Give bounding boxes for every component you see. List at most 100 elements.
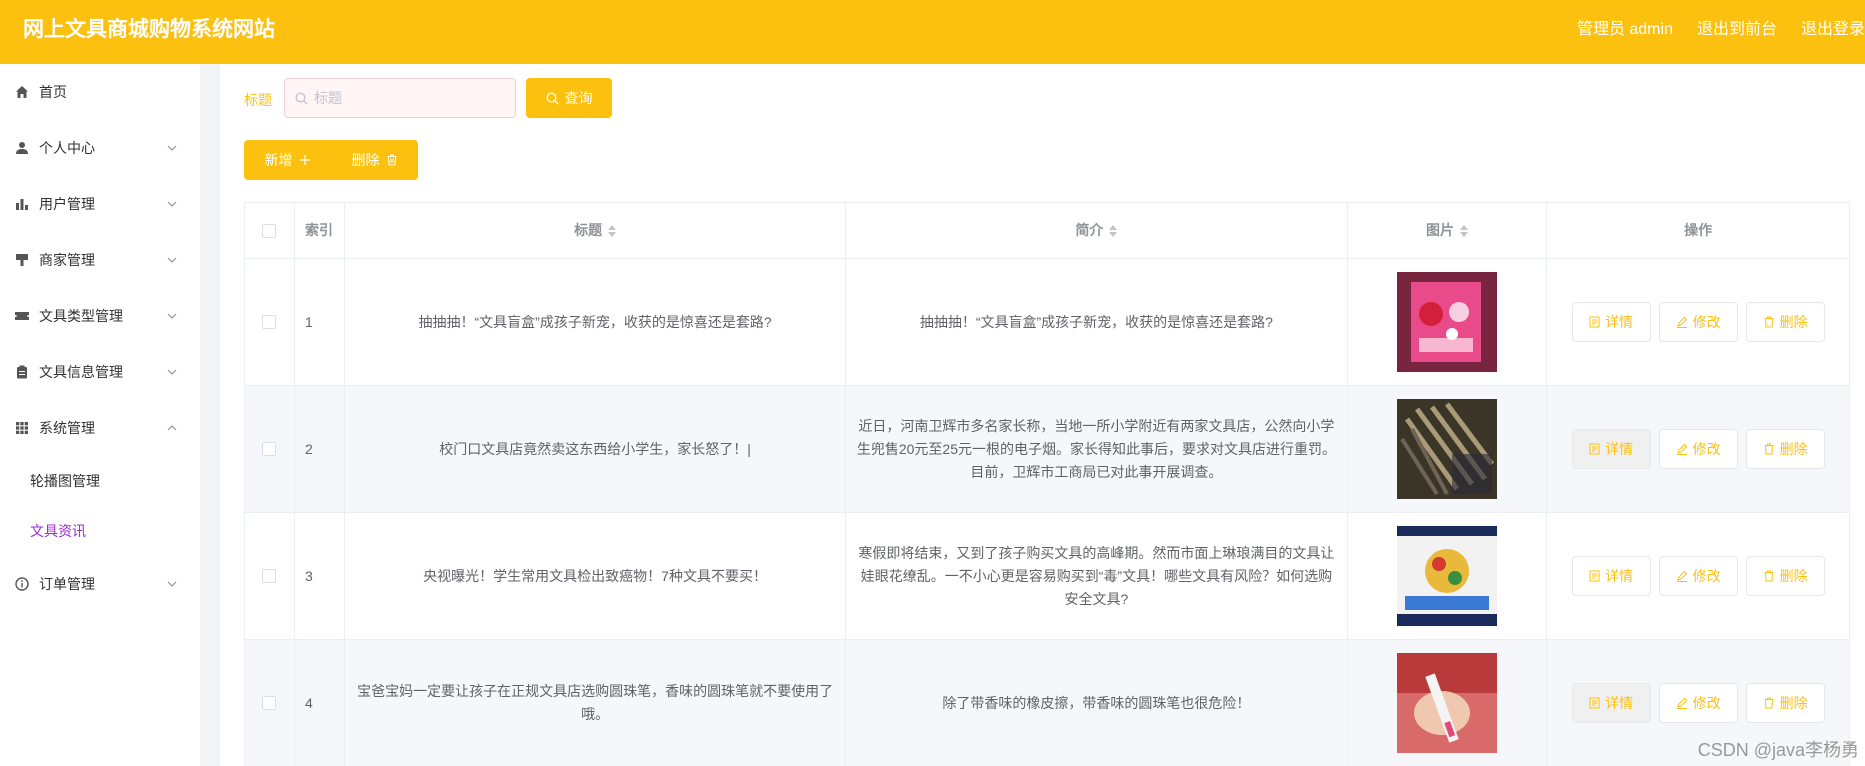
logout-link[interactable]: 退出登录 (1801, 15, 1865, 39)
row-checkbox[interactable] (262, 569, 277, 583)
detail-button[interactable]: 详情 (1571, 302, 1651, 342)
detail-button[interactable]: 详情 (1571, 429, 1651, 469)
edit-button[interactable]: 修改 (1658, 302, 1738, 342)
query-button-label: 查询 (564, 90, 593, 106)
batch-delete-button[interactable]: 删除 (331, 140, 418, 180)
header-picture-label: 图片 (1425, 222, 1454, 238)
info-icon (14, 576, 30, 592)
header-picture[interactable]: 图片 (1348, 203, 1548, 258)
document-icon (1589, 570, 1600, 582)
add-button[interactable]: 新增 (244, 140, 331, 180)
sort-icon[interactable] (1459, 224, 1468, 237)
edit-icon (1676, 570, 1687, 582)
trash-icon (1764, 697, 1774, 709)
submenu-item-carousel[interactable]: 轮播图管理 (0, 456, 200, 506)
chevron-up-icon (167, 425, 177, 431)
trash-icon (387, 154, 396, 166)
row-title: 宝爸宝妈一定要让孩子在正规文具店选购圆珠笔，香味的圆珠笔就不要使用了哦。 (345, 640, 847, 766)
edit-icon (1676, 443, 1687, 455)
clipboard-icon (14, 364, 30, 380)
watermark: CSDN @java李杨勇 (1697, 740, 1859, 760)
table-row: 1 抽抽抽！“文具盲盒”成孩子新宠，收获的是惊喜还是套路? 抽抽抽！“文具盲盒”… (245, 259, 1849, 386)
search-icon (295, 92, 308, 104)
top-header: 网上文具商城购物系统网站 管理员 admin 退出到前台 退出登录 (0, 0, 1865, 64)
sidebar-item-label: 个人中心 (39, 140, 95, 156)
news-thumbnail[interactable] (1396, 399, 1497, 499)
brush-icon (14, 252, 30, 268)
sidebar-item-merchant-management[interactable]: 商家管理 (0, 232, 200, 288)
admin-user-link[interactable]: 管理员 admin (1577, 15, 1673, 39)
submenu-item-stationery-news[interactable]: 文具资讯 (0, 506, 200, 556)
row-title: 校门口文具店竟然卖这东西给小学生，家长怒了！| (345, 386, 847, 512)
row-checkbox[interactable] (262, 315, 277, 329)
edit-button[interactable]: 修改 (1658, 683, 1738, 723)
sidebar-item-home[interactable]: 首页 (0, 64, 200, 120)
document-icon (1589, 443, 1600, 455)
detail-button[interactable]: 详情 (1571, 556, 1651, 596)
edit-button[interactable]: 修改 (1658, 556, 1738, 596)
header-intro[interactable]: 简介 (846, 203, 1348, 258)
header-title[interactable]: 标题 (345, 203, 847, 258)
row-index: 1 (295, 259, 345, 385)
sidebar: 首页 个人中心 用户管理 商家管理 文具类型管理 文具信息管理 系统管理 轮播图… (0, 64, 200, 766)
news-thumbnail[interactable] (1396, 653, 1497, 753)
table-header-row: 索引 标题 简介 图片 操作 (245, 203, 1849, 259)
edit-button[interactable]: 修改 (1658, 429, 1738, 469)
row-intro: 抽抽抽！“文具盲盒”成孩子新宠，收获的是惊喜还是套路? (846, 259, 1348, 385)
news-thumbnail[interactable] (1396, 526, 1497, 626)
row-intro: 寒假即将结束，又到了孩子购买文具的高峰期。然而市面上琳琅满目的文具让娃眼花缭乱。… (846, 513, 1348, 639)
row-index: 2 (295, 386, 345, 512)
search-input[interactable] (314, 90, 504, 106)
chevron-down-icon (167, 581, 177, 587)
news-thumbnail[interactable] (1396, 272, 1497, 372)
header-operations: 操作 (1684, 222, 1713, 238)
row-intro: 近日，河南卫辉市多名家长称，当地一所小学附近有两家文具店，公然向小学生兜售20元… (846, 386, 1348, 512)
delete-button[interactable]: 删除 (1745, 302, 1825, 342)
header-intro-label: 简介 (1075, 222, 1104, 238)
detail-button[interactable]: 详情 (1571, 683, 1651, 723)
search-label: 标题 (244, 92, 272, 108)
chevron-down-icon (167, 369, 177, 375)
sidebar-item-label: 用户管理 (39, 196, 95, 212)
site-title: 网上文具商城购物系统网站 (23, 18, 275, 41)
sidebar-item-label: 文具信息管理 (39, 364, 123, 380)
table-row: 3 央视曝光！学生常用文具检出致癌物！7种文具不要买！ 寒假即将结束，又到了孩子… (245, 513, 1849, 640)
back-to-front-link[interactable]: 退出到前台 (1697, 15, 1777, 39)
sort-icon[interactable] (608, 224, 617, 237)
row-title: 抽抽抽！“文具盲盒”成孩子新宠，收获的是惊喜还是套路? (345, 259, 847, 385)
sidebar-item-label: 系统管理 (39, 420, 95, 436)
sort-icon[interactable] (1109, 224, 1118, 237)
sidebar-item-user-management[interactable]: 用户管理 (0, 176, 200, 232)
main-content: 标题 查询 新增 删除 索引 标题 简介 图片 操作 1 抽抽抽！“文具盲盒”成… (220, 64, 1865, 766)
delete-button[interactable]: 删除 (1745, 683, 1825, 723)
ticket-icon (14, 308, 30, 324)
header-checkbox-cell (245, 203, 295, 258)
sidebar-item-order-management[interactable]: 订单管理 (0, 556, 200, 612)
table-row: 4 宝爸宝妈一定要让孩子在正规文具店选购圆珠笔，香味的圆珠笔就不要使用了哦。 除… (245, 640, 1849, 766)
query-button[interactable]: 查询 (526, 78, 612, 118)
trash-icon (1764, 570, 1774, 582)
delete-button[interactable]: 删除 (1745, 556, 1825, 596)
search-icon (546, 92, 558, 104)
sidebar-item-system-management[interactable]: 系统管理 (0, 400, 200, 456)
sidebar-item-label: 商家管理 (39, 252, 95, 268)
delete-button[interactable]: 删除 (1745, 429, 1825, 469)
row-checkbox[interactable] (262, 696, 277, 710)
search-box (284, 78, 516, 118)
data-table: 索引 标题 简介 图片 操作 1 抽抽抽！“文具盲盒”成孩子新宠，收获的是惊喜还… (244, 202, 1850, 766)
chevron-down-icon (167, 257, 177, 263)
table-row: 2 校门口文具店竟然卖这东西给小学生，家长怒了！| 近日，河南卫辉市多名家长称，… (245, 386, 1849, 513)
sidebar-item-stationery-type-management[interactable]: 文具类型管理 (0, 288, 200, 344)
select-all-checkbox[interactable] (262, 223, 277, 238)
chevron-down-icon (167, 313, 177, 319)
sidebar-item-label: 订单管理 (39, 576, 95, 592)
row-checkbox[interactable] (262, 442, 277, 456)
document-icon (1589, 697, 1600, 709)
sidebar-item-personal-center[interactable]: 个人中心 (0, 120, 200, 176)
header-index: 索引 (295, 203, 345, 258)
chevron-down-icon (167, 145, 177, 151)
header-nav: 管理员 admin 退出到前台 退出登录 (1577, 15, 1865, 39)
sidebar-item-stationery-info-management[interactable]: 文具信息管理 (0, 344, 200, 400)
home-icon (14, 84, 30, 100)
edit-icon (1676, 316, 1687, 328)
